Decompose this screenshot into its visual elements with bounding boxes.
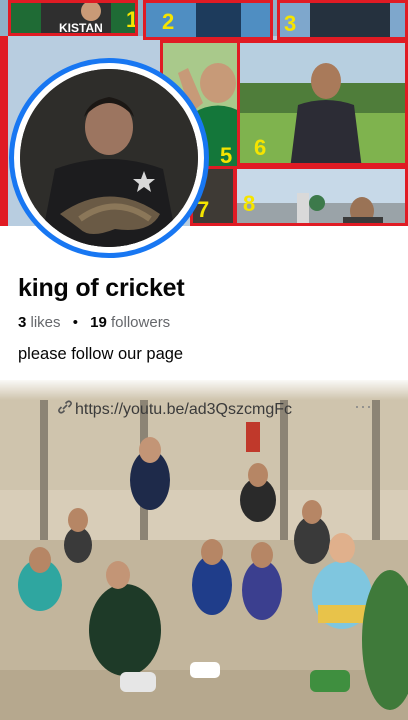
page-title: king of cricket — [18, 274, 185, 302]
link-icon — [58, 400, 72, 419]
cover-tile-caption: KISTAN — [59, 21, 103, 35]
cover-tile-number: 3 — [284, 11, 297, 36]
profile-avatar[interactable] — [9, 58, 209, 258]
cover-tile-8: 8 — [234, 166, 408, 226]
cover-tile-3: 3 — [277, 0, 408, 40]
video-link[interactable]: https://youtu.be/ad3QszcmgFc — [58, 400, 292, 419]
cover-tile-number: 1 — [126, 7, 138, 32]
followers-count: 19 — [90, 314, 107, 331]
page-stats: 3 likes • 19 followers — [18, 314, 170, 331]
followers-label[interactable]: followers — [111, 314, 170, 331]
cover-tile-number: 2 — [162, 9, 175, 34]
avatar-image — [20, 69, 198, 247]
page-bio: please follow our page — [18, 345, 184, 363]
cover-tile-6: 6 — [237, 40, 408, 166]
more-icon[interactable]: ··· — [354, 396, 372, 417]
likes-label[interactable]: likes — [31, 314, 61, 331]
video-link-text[interactable]: https://youtu.be/ad3QszcmgFc — [75, 401, 292, 418]
avatar-photo — [20, 69, 198, 247]
likes-count: 3 — [18, 314, 27, 331]
cover-tile-2: 2 — [143, 0, 273, 40]
cover-tile-number: 8 — [243, 191, 256, 216]
cover-tile-1: KISTAN 1 — [8, 0, 138, 36]
cover-tile-number: 6 — [254, 135, 267, 160]
cover-border-left — [0, 36, 8, 226]
video-frame — [0, 380, 408, 720]
video-post[interactable] — [0, 380, 408, 720]
stats-separator: • — [72, 314, 78, 331]
